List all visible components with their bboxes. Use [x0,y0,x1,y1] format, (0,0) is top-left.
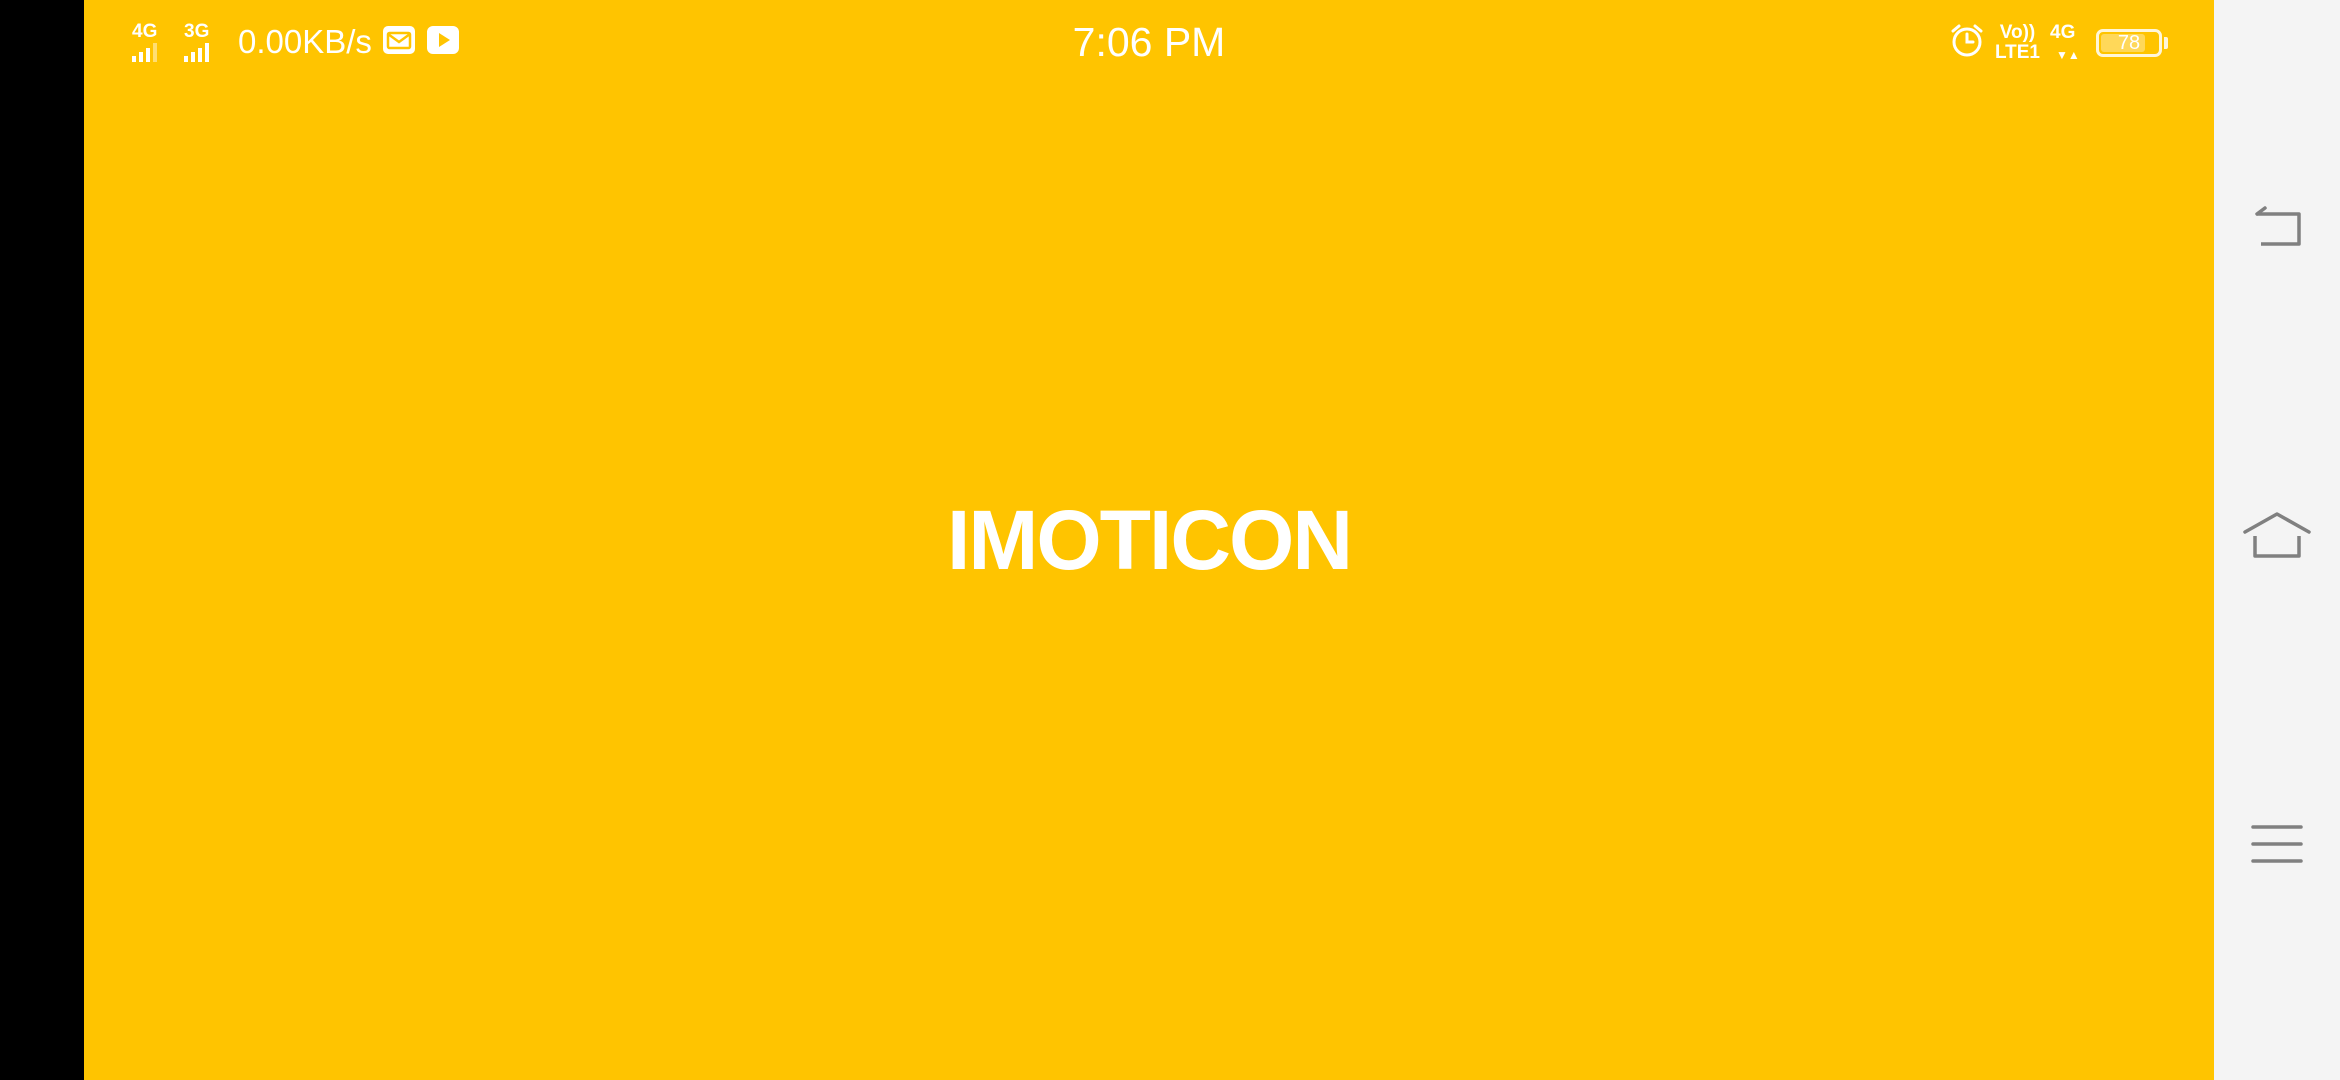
menu-icon [2249,821,2305,872]
app-screen: 4G 3G 0.00KB/s 7:06 PM Vo)) LTE1 4G ▼▲ 7… [84,0,2214,1080]
back-icon [2249,205,2305,259]
navigation-bar [2214,0,2340,1080]
splash-title: IMOTICON [947,493,1353,587]
battery-icon: 78 [2096,29,2162,57]
data-network-icon: 4G ▼▲ [2050,23,2086,63]
data-activity-arrows: ▼▲ [2056,48,2080,62]
display-cutout [0,0,84,1080]
volte-bottom-label: LTE1 [1994,42,2040,63]
status-right-group: Vo)) LTE1 4G ▼▲ 78 [1949,20,2168,66]
status-bar: 4G 3G 0.00KB/s 7:06 PM Vo)) LTE1 4G ▼▲ 7… [84,0,2214,84]
battery-level: 78 [2117,32,2141,54]
status-clock: 7:06 PM [1072,19,1226,65]
alarm-clock-icon [1949,23,1985,64]
home-icon [2241,510,2313,571]
data-network-label: 4G [2050,22,2076,43]
battery-tip [2164,37,2168,49]
menu-button[interactable] [2237,806,2317,886]
back-button[interactable] [2237,192,2317,272]
volte-indicator: Vo)) LTE1 [1995,23,2040,63]
volte-top-label: Vo)) [1999,22,2036,43]
home-button[interactable] [2237,500,2317,580]
